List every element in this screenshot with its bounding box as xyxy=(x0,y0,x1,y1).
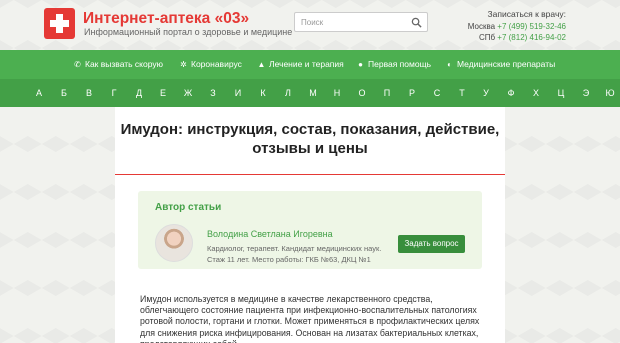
logo-cross-icon[interactable] xyxy=(44,8,75,39)
nav-item-label: Медицинские препараты xyxy=(457,59,556,69)
author-label: Автор статьи xyxy=(155,202,222,213)
pills-icon: ◐ xyxy=(447,60,452,69)
nav-item-treatment[interactable]: ▲ Лечение и терапия xyxy=(257,50,344,79)
phone-row: Москва +7 (499) 519-32-46 xyxy=(468,21,566,32)
alphabet-letter[interactable]: И xyxy=(231,79,245,107)
alphabet-letter[interactable]: Г xyxy=(107,79,121,107)
alphabet-letter[interactable]: Ф xyxy=(504,79,518,107)
alphabet-letter[interactable]: Ц xyxy=(554,79,568,107)
appointment-label: Записаться к врачу: xyxy=(487,9,566,19)
lightbulb-icon: ● xyxy=(358,60,363,69)
alphabet-letter[interactable]: Ю xyxy=(603,79,617,107)
site-header: Интернет-аптека «03» Информационный порт… xyxy=(0,0,620,50)
author-box: Автор статьи Володина Светлана Игоревна … xyxy=(138,191,482,269)
search-input[interactable] xyxy=(301,16,405,28)
author-specialty: Кардиолог, терапевт. Кандидат медицински… xyxy=(207,244,382,253)
article-body: Имудон используется в медицине в качеств… xyxy=(140,294,480,343)
title-divider xyxy=(115,174,505,175)
author-name[interactable]: Володина Светлана Игоревна xyxy=(207,229,333,239)
ask-question-button[interactable]: Задать вопрос xyxy=(398,235,465,253)
article-title: Имудон: инструкция, состав, показания, д… xyxy=(120,121,500,157)
article-card: Имудон: инструкция, состав, показания, д… xyxy=(115,107,505,343)
nav-item-label: Первая помощь xyxy=(368,59,431,69)
alphabet-letter[interactable]: З xyxy=(206,79,220,107)
alphabet-letter[interactable]: У xyxy=(479,79,493,107)
avatar xyxy=(155,224,193,262)
site-title[interactable]: Интернет-аптека «03» xyxy=(83,10,249,28)
nav-item-coronavirus[interactable]: ✲ Коронавирус xyxy=(179,50,242,79)
alphabet-letter[interactable]: К xyxy=(256,79,270,107)
alphabet-letter[interactable]: П xyxy=(380,79,394,107)
site-subtitle: Информационный портал о здоровье и медиц… xyxy=(84,27,293,37)
alphabet-letter[interactable]: А xyxy=(32,79,46,107)
alphabet-letter[interactable]: Н xyxy=(330,79,344,107)
phone-number[interactable]: +7 (499) 519-32-46 xyxy=(497,22,566,31)
search-icon[interactable] xyxy=(411,17,422,28)
alphabet-letter[interactable]: Э xyxy=(579,79,593,107)
alphabet-letter[interactable]: Д xyxy=(132,79,146,107)
main-nav: ✆ Как вызвать скорую ✲ Коронавирус ▲ Лечени… xyxy=(0,50,620,79)
alphabet-bar: А Б В Г Д Е Ж З И К Л М Н О П Р С Т У Ф … xyxy=(0,79,620,107)
nav-item-first-aid[interactable]: ● Первая помощь xyxy=(356,50,431,79)
virus-icon: ✲ xyxy=(180,60,187,69)
alphabet-letter[interactable]: Р xyxy=(405,79,419,107)
alphabet-letter[interactable]: Т xyxy=(455,79,469,107)
phone-icon: ✆ xyxy=(74,60,81,69)
alphabet-letter[interactable]: Л xyxy=(281,79,295,107)
alphabet-letter[interactable]: Е xyxy=(156,79,170,107)
nav-item-medicines[interactable]: ◐ Медицинские препараты xyxy=(445,50,555,79)
nav-item-label: Лечение и терапия xyxy=(269,59,344,69)
alphabet-letter[interactable]: Ж xyxy=(181,79,195,107)
graduation-cap-icon: ▲ xyxy=(257,60,266,69)
phone-city: Москва xyxy=(467,22,496,31)
search-box xyxy=(294,12,428,32)
alphabet-letter[interactable]: Б xyxy=(57,79,71,107)
alphabet-letter[interactable]: Х xyxy=(529,79,543,107)
phone-city: СПб xyxy=(478,33,496,42)
phone-row: СПб +7 (812) 416-94-02 xyxy=(468,32,566,43)
nav-item-label: Как вызвать скорую xyxy=(85,59,163,69)
author-description: Кардиолог, терапевт. Кандидат медицински… xyxy=(207,243,381,265)
nav-item-label: Коронавирус xyxy=(191,59,242,69)
phone-list: Москва +7 (499) 519-32-46 СПб +7 (812) 4… xyxy=(468,21,566,43)
alphabet-letter[interactable]: М xyxy=(306,79,320,107)
author-experience: Стаж 11 лет. Место работы: ГКБ №63, ДКЦ … xyxy=(207,255,371,264)
phone-number[interactable]: +7 (812) 416-94-02 xyxy=(497,33,566,42)
alphabet-letter[interactable]: О xyxy=(355,79,369,107)
alphabet-letter[interactable]: В xyxy=(82,79,96,107)
alphabet-letter[interactable]: С xyxy=(430,79,444,107)
nav-item-ambulance[interactable]: ✆ Как вызвать скорую xyxy=(73,50,163,79)
